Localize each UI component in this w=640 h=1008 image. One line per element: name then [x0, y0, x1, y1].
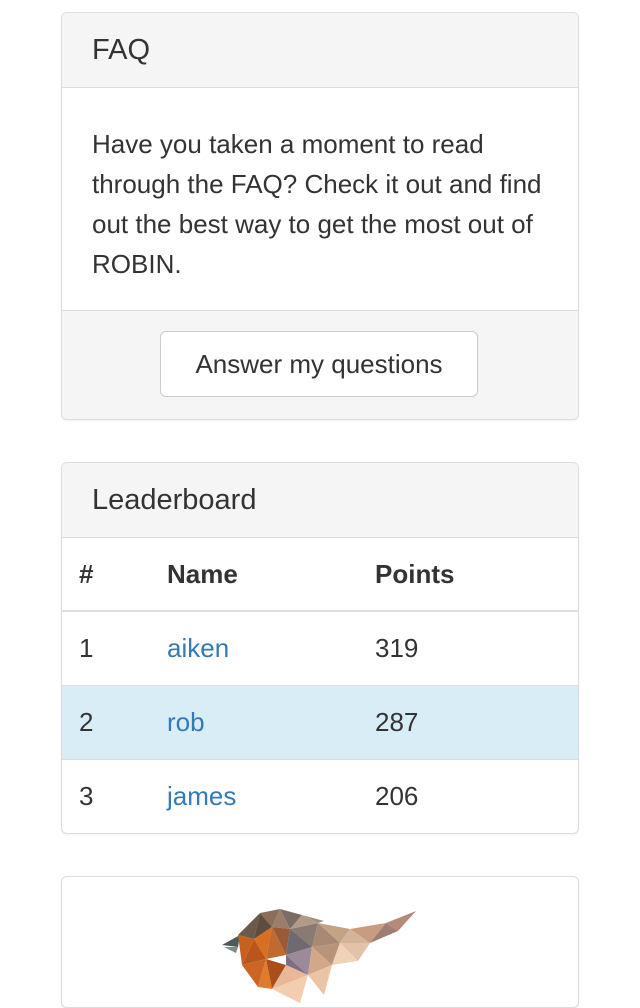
leaderboard-header-row: # Name Points: [62, 538, 578, 612]
points-cell: 319: [375, 611, 578, 686]
robin-logo-icon: [220, 903, 420, 1003]
column-header-points: Points: [375, 538, 578, 612]
leaderboard-panel: Leaderboard # Name Points 1 aiken 319 2 …: [61, 462, 579, 834]
column-header-name: Name: [167, 538, 375, 612]
faq-panel-heading: FAQ: [62, 13, 578, 88]
points-cell: 287: [375, 685, 578, 760]
points-cell: 206: [375, 780, 419, 811]
name-cell: rob: [167, 685, 375, 760]
answer-my-questions-button[interactable]: Answer my questions: [160, 331, 478, 397]
rank-cell: 2: [62, 685, 167, 760]
name-cell: james: [167, 759, 375, 833]
user-link-aiken[interactable]: aiken: [167, 633, 229, 663]
rank-cell: 3: [79, 780, 94, 811]
faq-panel-footer: Answer my questions: [62, 310, 578, 419]
table-row: 1 aiken 319: [62, 611, 578, 686]
user-link-james[interactable]: james: [167, 781, 236, 811]
table-row-highlighted: 2 rob 287: [62, 685, 578, 760]
leaderboard-panel-heading: Leaderboard: [62, 463, 578, 538]
logo-panel: [61, 876, 579, 1008]
faq-body-text: Have you taken a moment to read through …: [92, 129, 542, 279]
name-cell: aiken: [167, 611, 375, 686]
leaderboard-title: Leaderboard: [92, 483, 257, 516]
column-header-rank: #: [62, 538, 167, 612]
user-link-rob[interactable]: rob: [167, 707, 205, 737]
faq-panel: FAQ Have you taken a moment to read thro…: [61, 12, 579, 420]
faq-title: FAQ: [92, 33, 151, 66]
table-row: 3 james 206: [62, 759, 578, 833]
leaderboard-table: # Name Points 1 aiken 319 2 rob 287 3 ja…: [62, 538, 578, 833]
rank-cell: 1: [62, 611, 167, 686]
faq-body: Have you taken a moment to read through …: [62, 88, 578, 310]
